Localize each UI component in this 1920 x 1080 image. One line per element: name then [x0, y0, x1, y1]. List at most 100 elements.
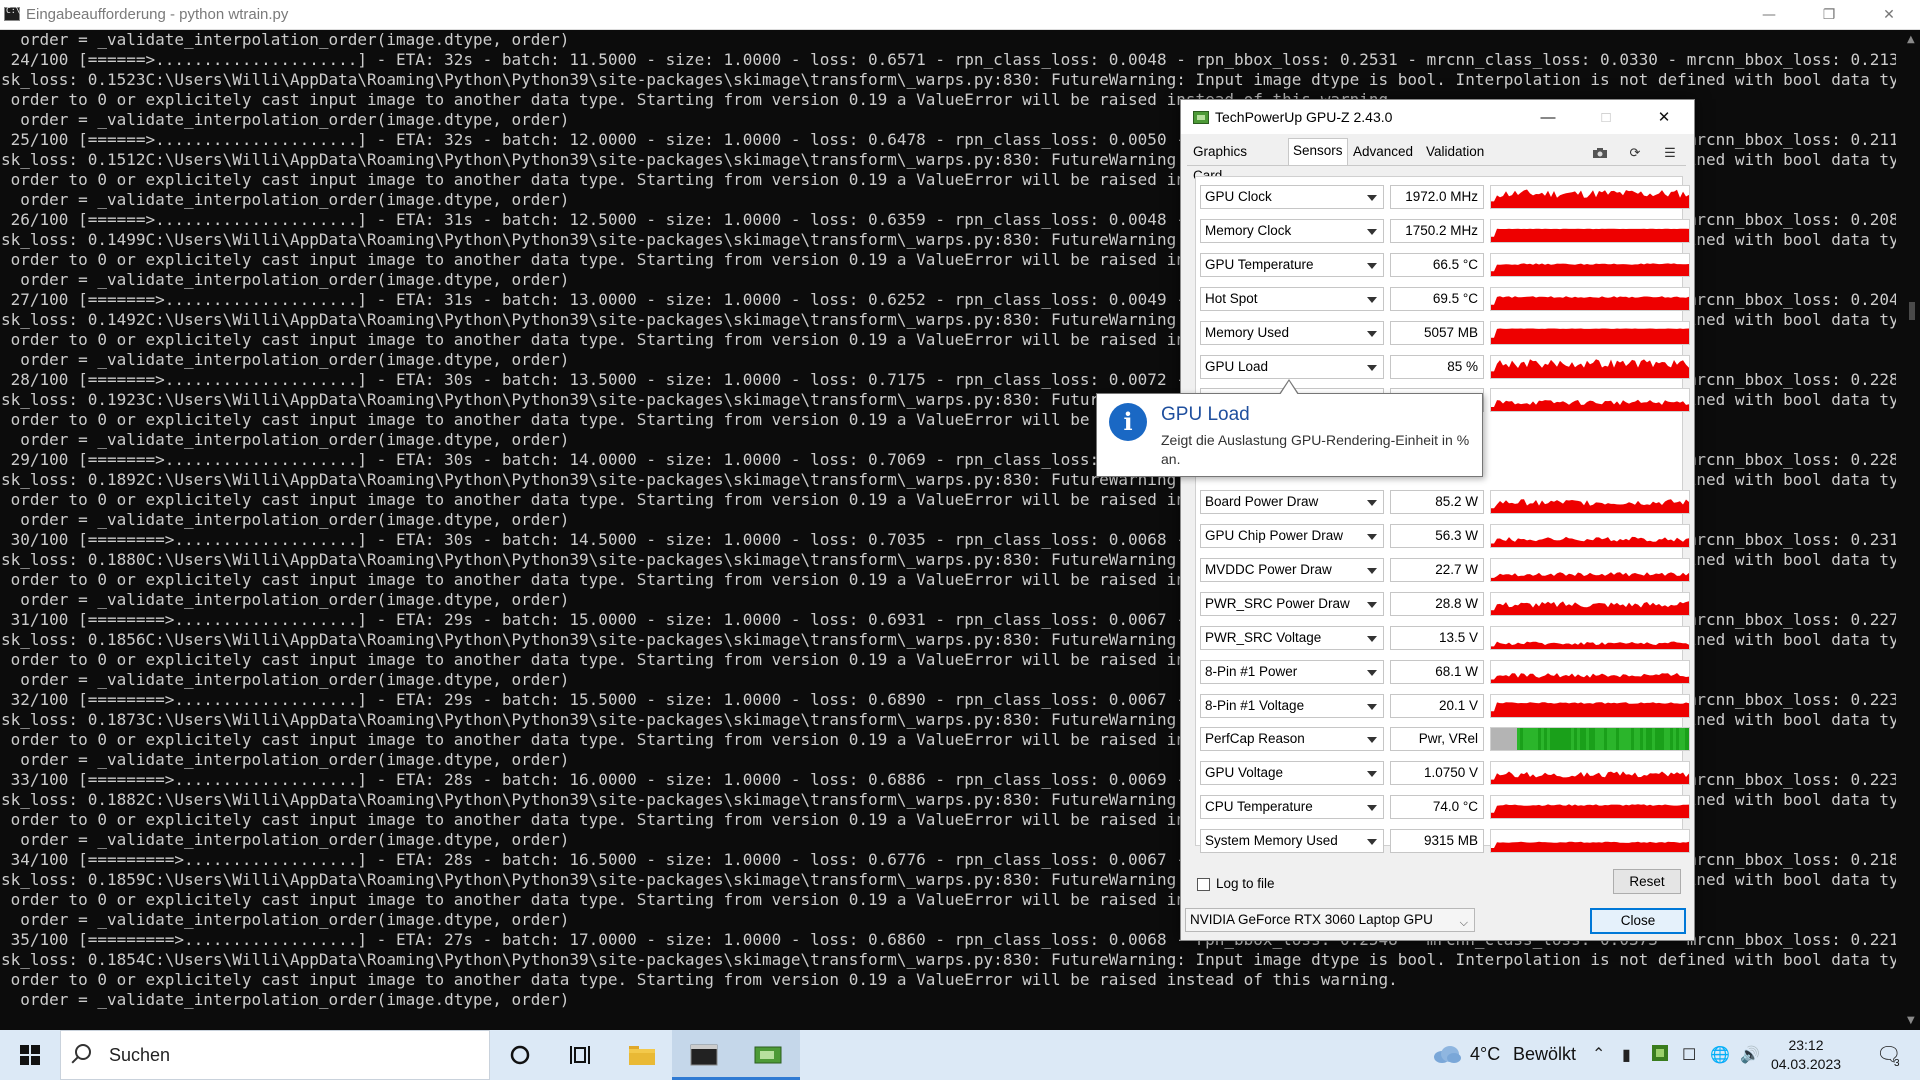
sensor-row[interactable]: GPU Load 85 %: [1200, 354, 1690, 380]
sensor-row[interactable]: PerfCap Reason Pwr, VRel: [1200, 726, 1690, 752]
sensor-name-dropdown[interactable]: PWR_SRC Power Draw: [1200, 591, 1384, 616]
sensor-row[interactable]: Memory Used 5057 MB: [1200, 320, 1690, 346]
sensor-name-dropdown[interactable]: PerfCap Reason: [1200, 727, 1384, 752]
gpuz-window[interactable]: TechPowerUp GPU-Z 2.43.0 — □ ✕ Graphics …: [1180, 99, 1695, 941]
dropdown-arrow-icon: [1367, 364, 1377, 371]
sensor-row[interactable]: PWR_SRC Power Draw 28.8 W: [1200, 591, 1690, 617]
sensor-name-dropdown[interactable]: GPU Voltage: [1200, 761, 1384, 786]
tab-graphics-card[interactable]: Graphics Card: [1189, 140, 1251, 183]
dropdown-arrow-icon: [1367, 839, 1377, 846]
windows-icon: [20, 1045, 40, 1065]
sensor-name-dropdown[interactable]: GPU Temperature: [1200, 252, 1384, 277]
volume-icon[interactable]: 🔊: [1740, 1045, 1760, 1065]
nvidia-icon[interactable]: [1652, 1045, 1668, 1066]
console-line: order to 0 or explicitely cast input ima…: [1, 970, 1398, 989]
clock[interactable]: 23:12 04.03.2023: [1762, 1036, 1850, 1074]
tab-sensors[interactable]: Sensors: [1288, 138, 1348, 165]
weather-text[interactable]: Bewölkt: [1513, 1044, 1576, 1065]
menu-icon[interactable]: ☰: [1661, 145, 1679, 161]
sensor-name-dropdown[interactable]: PWR_SRC Voltage: [1200, 625, 1384, 650]
sensor-name-dropdown[interactable]: GPU Clock: [1200, 185, 1384, 209]
weather-temp[interactable]: 4°C: [1470, 1044, 1500, 1065]
network-icon[interactable]: 🌐: [1710, 1045, 1730, 1065]
gpuz-maximize-button[interactable]: □: [1577, 100, 1635, 134]
sensor-row[interactable]: GPU Clock 1972.0 MHz: [1200, 184, 1690, 210]
sensor-row[interactable]: CPU Temperature 74.0 °C: [1200, 794, 1690, 820]
scroll-thumb[interactable]: [1909, 302, 1915, 320]
sensor-graph: [1490, 625, 1690, 650]
sensor-name-dropdown[interactable]: GPU Load: [1200, 354, 1384, 379]
tab-validation[interactable]: Validation: [1422, 140, 1488, 164]
sensor-name-dropdown[interactable]: Hot Spot: [1200, 286, 1384, 311]
clock-time: 23:12: [1788, 1037, 1824, 1053]
dropdown-arrow-icon: [1367, 805, 1377, 812]
console-line: order = _validate_interpolation_order(im…: [1, 30, 570, 49]
sensor-name-dropdown[interactable]: GPU Chip Power Draw: [1200, 524, 1384, 548]
scroll-up-icon[interactable]: ▲: [1907, 34, 1915, 45]
task-view-button[interactable]: [548, 1030, 612, 1080]
close-button[interactable]: Close: [1590, 908, 1686, 934]
sensor-row[interactable]: MVDDC Power Draw 22.7 W: [1200, 557, 1690, 583]
sensor-row[interactable]: 8-Pin #1 Power 68.1 W: [1200, 659, 1690, 685]
sensor-list[interactable]: GPU Clock 1972.0 MHz Memory Clock 1750.2 MH…: [1195, 176, 1690, 854]
folder-icon: [629, 1046, 655, 1065]
taskbar-search[interactable]: Suchen: [60, 1030, 490, 1080]
sensor-name: PerfCap Reason: [1205, 731, 1305, 747]
close-window-button[interactable]: ✕: [1866, 0, 1912, 29]
sensor-name-dropdown[interactable]: MVDDC Power Draw: [1200, 557, 1384, 582]
tab-advanced[interactable]: Advanced: [1349, 140, 1417, 164]
cmd-icon: [4, 6, 20, 21]
log-to-file-checkbox[interactable]: [1197, 878, 1210, 891]
sensor-row[interactable]: GPU Chip Power Draw 56.3 W: [1200, 523, 1690, 549]
camera-icon[interactable]: [1591, 145, 1609, 161]
console-scrollbar[interactable]: ▲ ▼: [1904, 30, 1920, 1030]
cortana-button[interactable]: [488, 1030, 552, 1080]
sensor-row[interactable]: 8-Pin #1 Voltage 20.1 V: [1200, 693, 1690, 719]
gpuz-title: TechPowerUp GPU-Z 2.43.0: [1215, 109, 1393, 125]
sensor-graph: [1490, 693, 1690, 718]
sensor-name: 8-Pin #1 Power: [1205, 663, 1298, 679]
scroll-down-icon[interactable]: ▼: [1907, 1015, 1915, 1026]
dropdown-arrow-icon: [1367, 228, 1377, 235]
sensor-row[interactable]: Hot Spot 69.5 °C: [1200, 286, 1690, 312]
sensor-row[interactable]: GPU Temperature 66.5 °C: [1200, 252, 1690, 278]
taskbar-cmd[interactable]: [672, 1030, 736, 1080]
sensor-graph: [1490, 490, 1690, 515]
sensor-graph: [1490, 591, 1690, 616]
minimize-button[interactable]: —: [1746, 0, 1792, 29]
gpu-select[interactable]: NVIDIA GeForce RTX 3060 Laptop GPU ⌵: [1185, 908, 1475, 932]
restore-button[interactable]: ❐: [1806, 0, 1852, 29]
refresh-icon[interactable]: ⟳: [1626, 145, 1644, 161]
sensor-row[interactable]: GPU Voltage 1.0750 V: [1200, 760, 1690, 786]
battery-icon[interactable]: ▮: [1622, 1045, 1631, 1065]
sensor-graph: [1490, 727, 1690, 752]
taskbar-explorer[interactable]: [610, 1030, 674, 1080]
gpuz-close-window-button[interactable]: ✕: [1635, 100, 1693, 134]
sensor-value: 22.7 W: [1390, 557, 1484, 582]
sensor-name-dropdown[interactable]: 8-Pin #1 Power: [1200, 659, 1384, 684]
sensor-row[interactable]: Board Power Draw 85.2 W: [1200, 489, 1690, 515]
sensor-name-dropdown[interactable]: CPU Temperature: [1200, 795, 1384, 820]
sensor-row[interactable]: PWR_SRC Voltage 13.5 V: [1200, 625, 1690, 651]
sensor-row[interactable]: Memory Clock 1750.2 MHz: [1200, 218, 1690, 244]
dropdown-arrow-icon: [1367, 195, 1377, 201]
gpuz-titlebar[interactable]: TechPowerUp GPU-Z 2.43.0 — □ ✕: [1181, 100, 1694, 134]
tooltip-title: GPU Load: [1161, 404, 1250, 425]
sensor-row[interactable]: System Memory Used 9315 MB: [1200, 828, 1690, 854]
cortana-icon: [510, 1045, 530, 1065]
sensor-name-dropdown[interactable]: Memory Clock: [1200, 218, 1384, 243]
sensor-graph: [1490, 185, 1690, 209]
dropdown-arrow-icon: [1367, 601, 1377, 608]
start-button[interactable]: [0, 1030, 60, 1080]
sensor-name-dropdown[interactable]: Memory Used: [1200, 320, 1384, 345]
chevron-up-icon[interactable]: ⌃: [1592, 1044, 1605, 1064]
gpuz-minimize-button[interactable]: —: [1519, 100, 1577, 134]
search-icon: [75, 1044, 91, 1060]
console-titlebar[interactable]: Eingabeaufforderung - python wtrain.py —…: [0, 0, 1920, 30]
taskbar-gpuz[interactable]: [736, 1030, 800, 1080]
sensor-name-dropdown[interactable]: Board Power Draw: [1200, 490, 1384, 515]
sensor-name-dropdown[interactable]: 8-Pin #1 Voltage: [1200, 693, 1384, 718]
reset-button[interactable]: Reset: [1613, 869, 1681, 894]
sensor-name-dropdown[interactable]: System Memory Used: [1200, 829, 1384, 854]
device-icon[interactable]: ☐: [1682, 1045, 1696, 1065]
